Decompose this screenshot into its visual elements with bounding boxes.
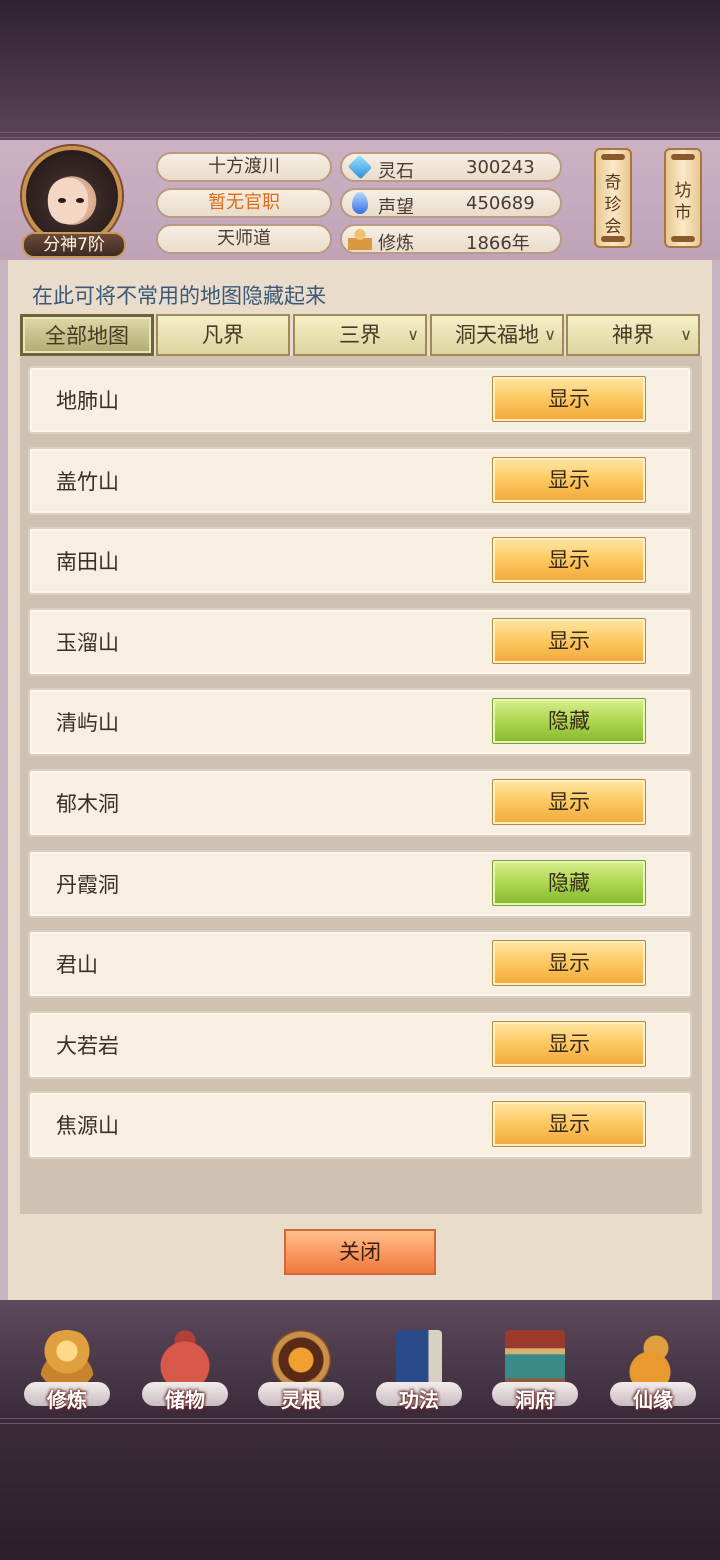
- show-button[interactable]: 显示: [492, 537, 646, 583]
- nav-label: 储物: [165, 1388, 205, 1412]
- panel-hint: 在此可将不常用的地图隐藏起来: [32, 284, 326, 308]
- list-item: 郁木洞 显示: [28, 769, 692, 837]
- top-ornament: [0, 132, 720, 138]
- close-button[interactable]: 关闭: [284, 1229, 436, 1275]
- top-background: [0, 0, 720, 140]
- nav-label: 仙缘: [633, 1388, 673, 1412]
- list-item: 盖竹山 显示: [28, 447, 692, 515]
- list-item: 地肺山 显示: [28, 366, 692, 434]
- meditation-icon: [37, 1330, 97, 1390]
- nav-label: 灵根: [281, 1388, 321, 1412]
- chevron-down-icon: ∨: [544, 325, 556, 344]
- map-name: 焦源山: [56, 1114, 119, 1138]
- chevron-down-icon: ∨: [680, 325, 692, 344]
- treasure-auction-button[interactable]: 奇珍会: [594, 148, 632, 248]
- treasure-auction-label: 奇珍会: [604, 173, 622, 237]
- hide-button[interactable]: 隐藏: [492, 698, 646, 744]
- market-label: 坊市: [674, 181, 692, 223]
- map-name: 郁木洞: [56, 792, 119, 816]
- sect-label: 天师道: [156, 224, 332, 254]
- avatar-eye: [76, 198, 84, 203]
- cultivation-icon: [348, 228, 372, 250]
- map-name: 君山: [56, 953, 98, 977]
- tab-label: 洞天福地: [455, 323, 539, 347]
- reputation-stat: 声望 450689: [340, 188, 562, 218]
- tab-label: 凡界: [202, 323, 244, 347]
- tab-label: 三界: [339, 323, 381, 347]
- tab-three-realms[interactable]: 三界 ∨: [293, 314, 427, 356]
- map-name: 玉溜山: [56, 631, 119, 655]
- list-item: 南田山 显示: [28, 527, 692, 595]
- spirit-stone-icon: [347, 154, 373, 180]
- show-button[interactable]: 显示: [492, 779, 646, 825]
- nav-cultivate[interactable]: 修炼: [22, 1326, 112, 1418]
- hide-button[interactable]: 隐藏: [492, 860, 646, 906]
- nav-techniques[interactable]: 功法: [374, 1326, 464, 1418]
- map-name: 大若岩: [56, 1034, 119, 1058]
- list-item: 焦源山 显示: [28, 1091, 692, 1159]
- show-button[interactable]: 显示: [492, 940, 646, 986]
- avatar[interactable]: 分神7阶: [18, 144, 128, 258]
- nav-spirit-root[interactable]: 灵根: [256, 1326, 346, 1418]
- tab-blessed-lands[interactable]: 洞天福地 ∨: [430, 314, 564, 356]
- list-item: 玉溜山 显示: [28, 608, 692, 676]
- stat-label: 修炼: [378, 233, 414, 254]
- nav-storage[interactable]: 储物: [140, 1326, 230, 1418]
- list-item: 丹霞洞 隐藏: [28, 850, 692, 918]
- show-button[interactable]: 显示: [492, 1101, 646, 1147]
- show-button[interactable]: 显示: [492, 457, 646, 503]
- show-button[interactable]: 显示: [492, 618, 646, 664]
- tab-mortal-realm[interactable]: 凡界: [156, 314, 290, 356]
- chevron-down-icon: ∨: [407, 325, 419, 344]
- tab-all-maps[interactable]: 全部地图: [20, 314, 154, 356]
- nav-label: 修炼: [47, 1388, 87, 1412]
- show-button[interactable]: 显示: [492, 1021, 646, 1067]
- map-name: 盖竹山: [56, 470, 119, 494]
- avatar-eye: [58, 198, 66, 203]
- nav-fate[interactable]: 仙缘: [608, 1326, 698, 1418]
- stat-value: 450689: [466, 193, 535, 214]
- official-title-label: 暂无官职: [156, 188, 332, 218]
- map-list[interactable]: 地肺山 显示 盖竹山 显示 南田山 显示 玉溜山 显示 清屿山 隐藏 郁木洞 显…: [20, 356, 702, 1214]
- market-button[interactable]: 坊市: [664, 148, 702, 248]
- rank-badge: 分神7阶: [22, 232, 126, 258]
- stat-label: 灵石: [378, 161, 414, 182]
- stat-value: 300243: [466, 157, 535, 178]
- nav-label: 功法: [399, 1388, 439, 1412]
- gourd-icon: [623, 1330, 683, 1390]
- show-button[interactable]: 显示: [492, 376, 646, 422]
- nav-label: 洞府: [515, 1388, 555, 1412]
- player-header: 分神7阶 十方渡川 暂无官职 天师道 灵石 300243 声望 450689 修…: [0, 140, 720, 260]
- map-name: 地肺山: [56, 389, 119, 413]
- list-item: 君山 显示: [28, 930, 692, 998]
- technique-book-icon: [396, 1330, 442, 1390]
- tab-divine-realm[interactable]: 神界 ∨: [566, 314, 700, 356]
- location-label: 十方渡川: [156, 152, 332, 182]
- stat-label: 声望: [378, 197, 414, 218]
- tab-label: 全部地图: [45, 324, 129, 348]
- spirit-stone-stat: 灵石 300243: [340, 152, 562, 182]
- map-name: 清屿山: [56, 711, 119, 735]
- reputation-icon: [352, 192, 368, 214]
- stat-value: 1866年: [466, 233, 530, 254]
- map-name: 南田山: [56, 550, 119, 574]
- cave-dwelling-icon: [505, 1330, 565, 1390]
- map-name: 丹霞洞: [56, 873, 119, 897]
- tab-label: 神界: [612, 323, 654, 347]
- cultivation-stat: 修炼 1866年: [340, 224, 562, 254]
- storage-bag-icon: [155, 1330, 215, 1390]
- list-item: 清屿山 隐藏: [28, 688, 692, 756]
- nav-cave-dwelling[interactable]: 洞府: [490, 1326, 580, 1418]
- spirit-root-icon: [271, 1330, 331, 1390]
- list-item: 大若岩 显示: [28, 1011, 692, 1079]
- bottom-ornament: [0, 1418, 720, 1424]
- map-category-tabs: 全部地图 凡界 三界 ∨ 洞天福地 ∨ 神界 ∨: [20, 314, 702, 356]
